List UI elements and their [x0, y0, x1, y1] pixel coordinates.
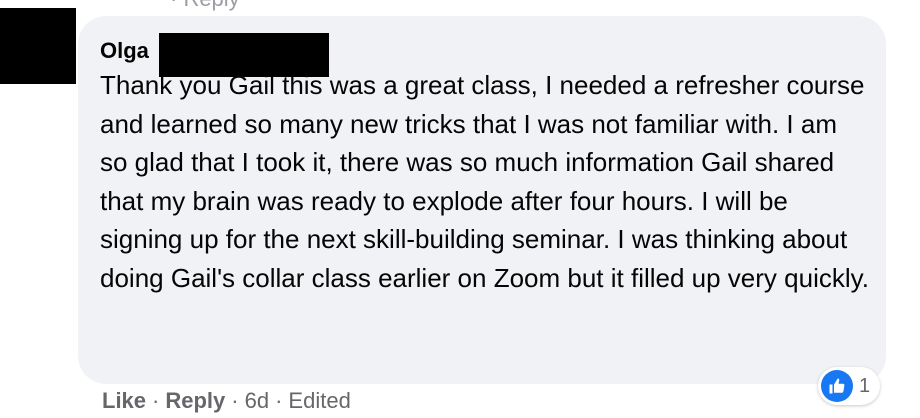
reply-button[interactable]: Reply [165, 388, 225, 413]
previous-comment-actions-partial: · Reply [170, 0, 240, 12]
separator: · [275, 388, 283, 413]
like-button[interactable]: Like [102, 388, 146, 413]
comment-actions: Like · Reply · 6d · Edited [102, 388, 351, 414]
separator: · [152, 388, 160, 413]
timestamp-link[interactable]: 6d [245, 388, 269, 413]
reaction-summary[interactable]: 1 [818, 367, 881, 405]
comment-text: Thank you Gail this was a great class, I… [100, 70, 869, 293]
author-name[interactable]: Olga [100, 38, 149, 64]
separator: · [231, 388, 239, 413]
avatar[interactable] [0, 8, 76, 84]
edited-label[interactable]: Edited [288, 388, 350, 413]
reaction-count: 1 [859, 374, 871, 397]
comment-bubble: Olga Thank you Gail this was a great cla… [78, 16, 886, 384]
thumbs-up-icon [821, 370, 853, 402]
